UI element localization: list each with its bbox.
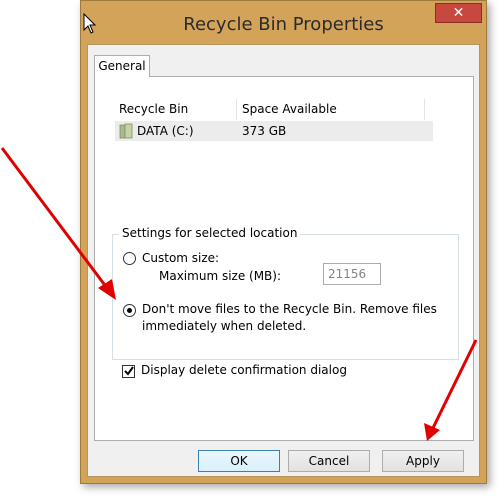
drive-location: DATA (C:) xyxy=(137,124,194,138)
tab-general[interactable]: General xyxy=(94,55,150,77)
general-tab-panel: Recycle Bin Location Space Available DAT… xyxy=(94,76,474,441)
dont-move-label[interactable]: Don't move files to the Recycle Bin. Rem… xyxy=(142,301,452,335)
apply-button[interactable]: Apply xyxy=(382,450,464,472)
ok-button[interactable]: OK xyxy=(198,450,280,472)
max-size-input[interactable]: 21156 xyxy=(323,263,381,285)
checkmark-icon xyxy=(124,366,134,376)
window-title: Recycle Bin Properties xyxy=(183,14,384,35)
settings-group: Settings for selected location Custom si… xyxy=(112,226,459,360)
confirm-label[interactable]: Display delete confirmation dialog xyxy=(141,363,347,377)
max-size-label: Maximum size (MB): xyxy=(159,269,282,283)
drive-icon xyxy=(119,123,133,139)
close-icon: ✕ xyxy=(452,5,465,21)
close-button[interactable]: ✕ xyxy=(435,3,482,23)
dont-move-radio[interactable] xyxy=(123,304,136,317)
title-bar[interactable]: Recycle Bin Properties ✕ xyxy=(81,1,486,43)
custom-size-label[interactable]: Custom size: xyxy=(142,251,219,265)
column-header-space[interactable]: Space Available xyxy=(237,99,425,120)
properties-window: Recycle Bin Properties ✕ General Recycle… xyxy=(80,0,487,484)
location-list: Recycle Bin Location Space Available DAT… xyxy=(115,99,453,143)
dialog-body: General Recycle Bin Location Space Avail… xyxy=(87,44,480,477)
custom-size-radio[interactable] xyxy=(123,252,136,265)
cancel-button[interactable]: Cancel xyxy=(288,450,370,472)
group-title: Settings for selected location xyxy=(119,226,301,240)
drive-space: 373 GB xyxy=(242,124,287,138)
column-header-location[interactable]: Recycle Bin Location xyxy=(115,99,237,137)
confirm-checkbox[interactable] xyxy=(122,365,135,378)
list-header: Recycle Bin Location Space Available xyxy=(115,99,453,137)
list-item[interactable]: DATA (C:) 373 GB xyxy=(115,121,433,141)
